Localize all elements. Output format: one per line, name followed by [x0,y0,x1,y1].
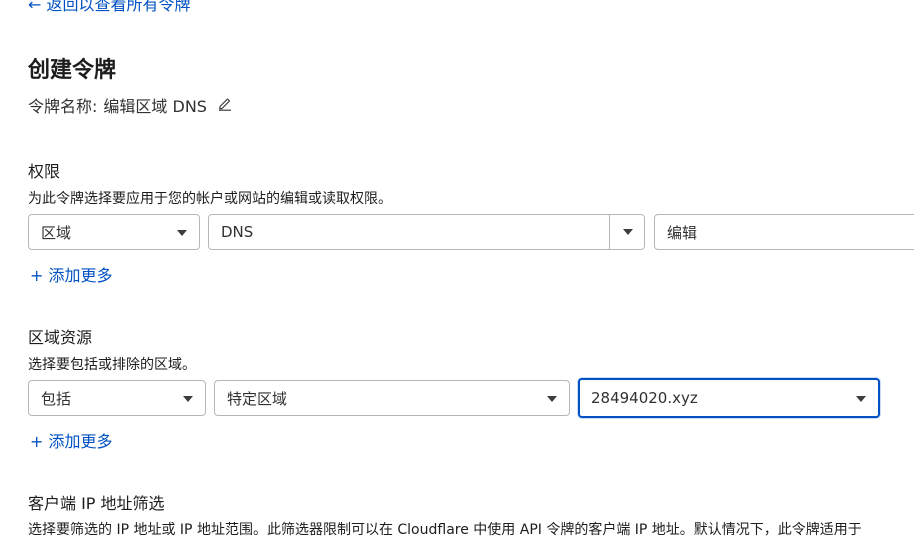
chevron-down-icon [856,396,866,402]
zone-name-select[interactable]: 28494020.xyz [578,378,880,418]
pencil-icon[interactable] [217,95,233,111]
zone-name-value: 28494020.xyz [591,389,698,407]
dropdown-toggle[interactable] [609,215,644,249]
zone-include-select[interactable]: 包括 [28,380,206,416]
permission-scope-value: 区域 [41,223,72,242]
chevron-down-icon [183,396,193,402]
zone-type-value: 特定区域 [227,389,288,408]
permissions-description: 为此令牌选择要应用于您的帐户或网站的编辑或读取权限。 [28,191,392,207]
add-more-zones-link[interactable]: + 添加更多 [30,428,113,452]
chevron-down-icon [623,229,633,235]
chevron-down-icon [547,396,557,402]
page-title: 创建令牌 [28,58,117,83]
permission-access-value: 编辑 [667,223,698,242]
create-token-page: ← 返回以查看所有令牌 创建令牌 令牌名称: 编辑区域 DNS 权限 为此令牌选… [0,0,914,539]
permissions-title: 权限 [28,162,61,181]
client-ip-filter-title: 客户端 IP 地址筛选 [28,494,165,513]
permission-resource-select[interactable]: DNS [208,214,645,250]
token-name-row: 令牌名称: 编辑区域 DNS [28,93,233,117]
permission-resource-value: DNS [221,223,254,241]
zone-include-value: 包括 [41,389,72,408]
zone-type-select[interactable]: 特定区域 [214,380,570,416]
token-name-value: 编辑区域 DNS [103,97,207,116]
permission-access-select[interactable]: 编辑 [654,214,914,250]
chevron-down-icon [177,230,187,236]
permission-scope-select[interactable]: 区域 [28,214,200,250]
zone-resources-title: 区域资源 [28,328,93,347]
zone-resources-description: 选择要包括或排除的区域。 [28,357,196,373]
token-name-label: 令牌名称: [28,97,98,116]
add-more-permissions-link[interactable]: + 添加更多 [30,262,113,286]
back-to-tokens-link[interactable]: ← 返回以查看所有令牌 [28,0,191,15]
client-ip-filter-description: 选择要筛选的 IP 地址或 IP 地址范围。此筛选器限制可以在 Cloudfla… [28,522,862,538]
